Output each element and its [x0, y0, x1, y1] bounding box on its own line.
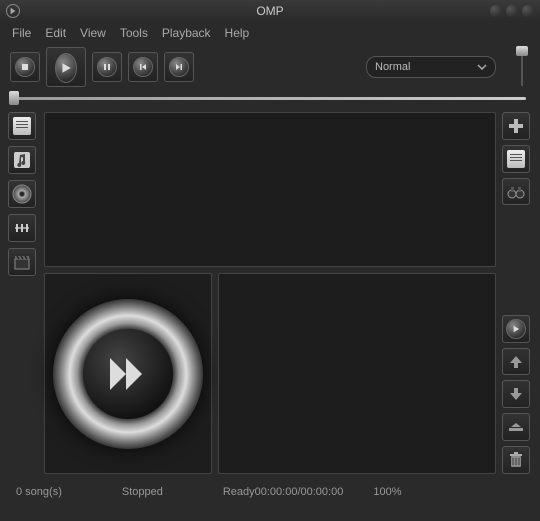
- move-up-button[interactable]: [502, 348, 530, 376]
- menubar: File Edit View Tools Playback Help: [0, 22, 540, 44]
- menu-playback[interactable]: Playback: [162, 26, 211, 40]
- menu-help[interactable]: Help: [225, 26, 250, 40]
- previous-button[interactable]: [128, 52, 158, 82]
- add-button[interactable]: [502, 112, 530, 140]
- minimize-button[interactable]: [490, 5, 502, 17]
- mini-play-button[interactable]: [502, 315, 530, 343]
- trash-icon: [509, 452, 523, 468]
- status-song-count: 0 song(s): [16, 486, 62, 498]
- menu-file[interactable]: File: [12, 26, 31, 40]
- plus-icon: [507, 117, 525, 135]
- next-button[interactable]: [164, 52, 194, 82]
- status-playback-state: Stopped: [122, 486, 163, 498]
- music-note-icon: [13, 151, 31, 169]
- fast-forward-icon: [104, 350, 152, 398]
- close-button[interactable]: [522, 5, 534, 17]
- status-bar: 0 song(s) Stopped Ready 00:00:00/00:00:0…: [0, 478, 540, 506]
- arrow-up-icon: [508, 354, 524, 370]
- equalizer-button[interactable]: [8, 214, 36, 242]
- chevron-down-icon: [477, 64, 487, 70]
- window-title: OMP: [256, 4, 283, 18]
- play-button[interactable]: [46, 47, 86, 87]
- remove-button[interactable]: [502, 413, 530, 441]
- transport-bar: Normal: [0, 44, 540, 90]
- binoculars-icon: [507, 183, 525, 201]
- maximize-button[interactable]: [506, 5, 518, 17]
- clapperboard-icon: [13, 253, 31, 271]
- list-button[interactable]: [502, 145, 530, 173]
- arrow-down-icon: [508, 386, 524, 402]
- menu-edit[interactable]: Edit: [45, 26, 66, 40]
- disc-icon: [12, 184, 32, 204]
- playback-mode-select[interactable]: Normal: [366, 56, 496, 78]
- playlist-panel[interactable]: [44, 112, 496, 267]
- volume-slider[interactable]: [514, 44, 530, 90]
- pause-button[interactable]: [92, 52, 122, 82]
- playback-mode-value: Normal: [375, 61, 410, 73]
- album-art-placeholder: [53, 299, 203, 449]
- video-button[interactable]: [8, 248, 36, 276]
- delete-button[interactable]: [502, 446, 530, 474]
- menu-view[interactable]: View: [80, 26, 106, 40]
- status-time: 00:00:00/00:00:00: [255, 486, 344, 498]
- menu-tools[interactable]: Tools: [120, 26, 148, 40]
- music-library-button[interactable]: [8, 146, 36, 174]
- playlist-view-button[interactable]: [8, 112, 36, 140]
- seek-slider[interactable]: [14, 97, 526, 100]
- search-button[interactable]: [502, 178, 530, 206]
- cd-button[interactable]: [8, 180, 36, 208]
- app-icon: [6, 4, 20, 18]
- status-percent: 100%: [373, 486, 401, 498]
- album-art-panel: [44, 273, 212, 474]
- status-ready: Ready: [223, 486, 255, 498]
- list-icon: [507, 150, 525, 168]
- info-panel[interactable]: [218, 273, 496, 474]
- move-down-button[interactable]: [502, 380, 530, 408]
- equalizer-icon: [13, 219, 31, 237]
- list-icon: [13, 117, 31, 135]
- eject-icon: [507, 422, 525, 432]
- stop-button[interactable]: [10, 52, 40, 82]
